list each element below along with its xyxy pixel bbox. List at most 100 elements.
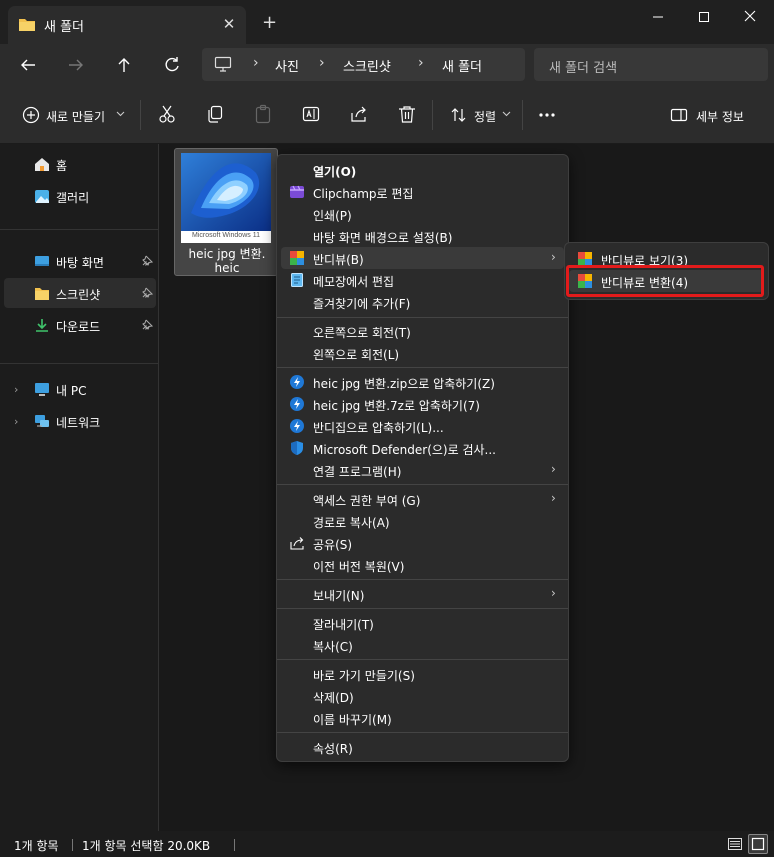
menu-item-rotate-left[interactable]: 왼쪽으로 회전(L) bbox=[281, 342, 564, 364]
menu-separator bbox=[277, 659, 568, 660]
menu-item-delete[interactable]: 삭제(D) bbox=[281, 685, 564, 707]
menu-item-copy[interactable]: 복사(C) bbox=[281, 634, 564, 656]
search-input[interactable]: 새 폴더 검색 bbox=[534, 48, 768, 81]
menu-item-give-access[interactable]: 액세스 권한 부여 (G) › bbox=[281, 488, 564, 510]
menu-separator bbox=[277, 608, 568, 609]
sidebar-item-home[interactable]: 홈 bbox=[4, 149, 156, 179]
desktop-icon bbox=[34, 254, 50, 269]
menu-item-label: heic jpg 변환.7z로 압축하기(7) bbox=[313, 399, 480, 413]
maximize-button[interactable] bbox=[686, 4, 722, 30]
file-item-selected[interactable]: Microsoft Windows 11 heic jpg 변환. heic bbox=[174, 148, 278, 276]
details-pane-button[interactable]: 세부 정보 bbox=[664, 98, 760, 132]
defender-shield-icon bbox=[289, 440, 305, 456]
paste-icon[interactable] bbox=[252, 103, 274, 125]
sidebar-item-label: 홈 bbox=[56, 159, 68, 173]
menu-item-copy-path[interactable]: 경로로 복사(A) bbox=[281, 510, 564, 532]
tab-new-folder[interactable]: 새 폴더 ✕ bbox=[8, 6, 246, 44]
sidebar-item-label: 바탕 화면 bbox=[56, 256, 104, 270]
menu-item-label: 바탕 화면 배경으로 설정(B) bbox=[313, 231, 453, 245]
breadcrumb-item-screenshots[interactable]: 스크린샷 bbox=[343, 56, 391, 75]
new-tab-button[interactable]: + bbox=[262, 13, 277, 33]
file-name: heic jpg 변환. heic bbox=[175, 247, 279, 275]
tab-title: 새 폴더 bbox=[44, 20, 85, 35]
menu-item-open-with[interactable]: 연결 프로그램(H) › bbox=[281, 459, 564, 481]
menu-item-create-shortcut[interactable]: 바로 가기 만들기(S) bbox=[281, 663, 564, 685]
bandiview-icon bbox=[289, 250, 305, 266]
menu-item-send-to[interactable]: 보내기(N) › bbox=[281, 583, 564, 605]
sidebar-divider bbox=[0, 229, 158, 230]
sidebar-item-desktop[interactable]: 바탕 화면 bbox=[4, 246, 156, 276]
sidebar-item-this-pc[interactable]: › 내 PC bbox=[4, 374, 156, 404]
menu-item-bandiview[interactable]: 반디뷰(B) › bbox=[281, 247, 564, 269]
status-bar: 1개 항목 1개 항목 선택함 20.0KB bbox=[0, 831, 774, 857]
large-icons-view-icon[interactable] bbox=[748, 834, 768, 854]
menu-item-compress-7z[interactable]: heic jpg 변환.7z로 압축하기(7) bbox=[281, 393, 564, 415]
sidebar-divider bbox=[0, 363, 158, 364]
cut-icon[interactable] bbox=[156, 103, 178, 125]
menu-item-set-background[interactable]: 바탕 화면 배경으로 설정(B) bbox=[281, 225, 564, 247]
expand-chevron-icon[interactable]: › bbox=[14, 415, 18, 428]
sidebar-item-screenshots[interactable]: 스크린샷 bbox=[4, 278, 156, 308]
menu-item-open[interactable]: 열기(O) bbox=[281, 159, 564, 181]
clipchamp-icon bbox=[289, 184, 305, 200]
status-divider bbox=[234, 839, 235, 851]
menu-item-label: heic jpg 변환.zip으로 압축하기(Z) bbox=[313, 377, 495, 391]
menu-item-edit-notepad[interactable]: 메모장에서 편집 bbox=[281, 269, 564, 291]
close-tab-icon[interactable]: ✕ bbox=[220, 15, 238, 33]
submenu-arrow-icon: › bbox=[551, 491, 556, 505]
menu-item-label: 연결 프로그램(H) bbox=[313, 465, 402, 479]
menu-item-label: 즐겨찾기에 추가(F) bbox=[313, 297, 411, 311]
menu-item-clipchamp-edit[interactable]: Clipchamp로 편집 bbox=[281, 181, 564, 203]
address-bar-row: › 사진 › 스크린샷 › 새 폴더 새 폴더 검색 bbox=[0, 44, 774, 86]
copy-icon[interactable] bbox=[204, 103, 226, 125]
pc-icon bbox=[214, 56, 232, 73]
breadcrumb-item-photos[interactable]: 사진 bbox=[275, 56, 299, 75]
pin-icon[interactable] bbox=[142, 287, 153, 298]
menu-item-restore-versions[interactable]: 이전 버전 복원(V) bbox=[281, 554, 564, 576]
details-view-icon[interactable] bbox=[726, 835, 744, 853]
menu-item-add-favorites[interactable]: 즐겨찾기에 추가(F) bbox=[281, 291, 564, 313]
rename-icon[interactable] bbox=[300, 103, 322, 125]
new-button[interactable]: 새로 만들기 bbox=[12, 98, 136, 132]
menu-item-label: 반디뷰(B) bbox=[313, 253, 364, 267]
menu-item-label: 복사(C) bbox=[313, 640, 353, 654]
menu-item-rename[interactable]: 이름 바꾸기(M) bbox=[281, 707, 564, 729]
sidebar-item-downloads[interactable]: 다운로드 bbox=[4, 310, 156, 340]
menu-separator bbox=[277, 317, 568, 318]
home-icon bbox=[34, 157, 50, 172]
refresh-button[interactable] bbox=[157, 50, 187, 80]
forward-button[interactable] bbox=[61, 50, 91, 80]
gallery-icon bbox=[34, 189, 50, 204]
menu-item-label: 경로로 복사(A) bbox=[313, 516, 390, 530]
back-button[interactable] bbox=[13, 50, 43, 80]
sort-label: 정렬 bbox=[474, 110, 497, 124]
menu-item-compress-bandizip[interactable]: 반디집으로 압축하기(L)... bbox=[281, 415, 564, 437]
menu-item-label: 이름 바꾸기(M) bbox=[313, 713, 392, 727]
status-divider bbox=[72, 839, 73, 851]
menu-item-label: 인쇄(P) bbox=[313, 209, 352, 223]
menu-item-properties[interactable]: 속성(R) bbox=[281, 736, 564, 758]
breadcrumb-item-new-folder[interactable]: 새 폴더 bbox=[442, 56, 482, 75]
minimize-button[interactable] bbox=[640, 4, 676, 30]
breadcrumb[interactable]: › 사진 › 스크린샷 › 새 폴더 bbox=[202, 48, 525, 81]
menu-item-defender-scan[interactable]: Microsoft Defender(으)로 검사... bbox=[281, 437, 564, 459]
sort-button[interactable]: 정렬 bbox=[444, 98, 516, 132]
expand-chevron-icon[interactable]: › bbox=[14, 383, 18, 396]
menu-item-rotate-right[interactable]: 오른쪽으로 회전(T) bbox=[281, 320, 564, 342]
new-button-label: 새로 만들기 bbox=[46, 110, 106, 124]
close-window-button[interactable] bbox=[732, 4, 768, 30]
menu-item-print[interactable]: 인쇄(P) bbox=[281, 203, 564, 225]
up-button[interactable] bbox=[109, 50, 139, 80]
file-thumbnail: Microsoft Windows 11 bbox=[181, 153, 271, 243]
pin-icon[interactable] bbox=[142, 319, 153, 330]
file-name-line: heic jpg 변환. bbox=[188, 247, 266, 261]
share-icon[interactable] bbox=[348, 103, 370, 125]
pin-icon[interactable] bbox=[142, 255, 153, 266]
more-options-icon[interactable] bbox=[532, 100, 562, 130]
menu-item-compress-zip[interactable]: heic jpg 변환.zip으로 압축하기(Z) bbox=[281, 371, 564, 393]
menu-item-share[interactable]: 공유(S) bbox=[281, 532, 564, 554]
delete-icon[interactable] bbox=[396, 103, 418, 125]
menu-item-cut[interactable]: 잘라내기(T) bbox=[281, 612, 564, 634]
sidebar-item-gallery[interactable]: 갤러리 bbox=[4, 181, 156, 211]
sidebar-item-network[interactable]: › 네트워크 bbox=[4, 406, 156, 436]
